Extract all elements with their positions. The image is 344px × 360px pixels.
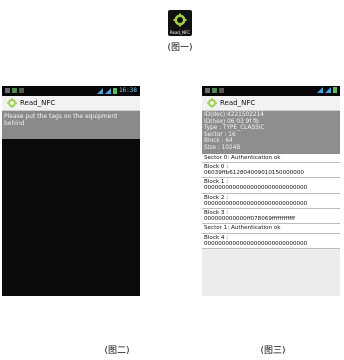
list-item: Sector 0: Authentication ok [202, 154, 340, 163]
figure-3-caption: (图三) [260, 346, 286, 356]
wifi-signal-icon [96, 88, 103, 94]
sd-icon [219, 88, 224, 93]
notification-icons [5, 88, 24, 93]
notification-icon [205, 88, 210, 93]
notification-icon [5, 88, 10, 93]
app-logo-icon [207, 98, 217, 108]
action-bar: Read_NFC [2, 96, 140, 111]
tag-id-dec: ID(dec):4221502214 [204, 112, 264, 118]
app-icon-label: Read_NFC [169, 30, 191, 35]
block-data: 000000000000ff078069ffffffffffff [204, 216, 296, 223]
list-item: Block 2 : 00000000000000000000000000000 [202, 194, 340, 209]
figure-1-caption: (图一) [167, 43, 193, 53]
battery-icon [333, 87, 337, 93]
tag-block-count: Block : 64 [204, 138, 233, 145]
block-list: Sector 0: Authentication ok Block 0 : 06… [202, 153, 340, 249]
block-data: 00000000000000000000000000000 [204, 200, 308, 207]
status-time: 16:38 [118, 87, 137, 94]
battery-icon [112, 88, 117, 94]
content-area: Please put the tags on the equipment beh… [2, 111, 140, 139]
notification-icons [205, 88, 224, 93]
block-data: 00000000000000000000000000000 [204, 185, 308, 192]
android-icon [173, 13, 187, 27]
sd-icon [19, 88, 24, 93]
status-bar [202, 86, 340, 96]
list-item: Block 4 : 00000000000000000000000000000 [202, 234, 340, 249]
usb-icon [12, 88, 17, 93]
instruction-text: Please put the tags on the equipment beh… [4, 113, 118, 127]
tag-info-box: ID(dec):4221502214 ID(hex) 06 03 9f fb T… [202, 111, 340, 154]
tag-id-hex: ID(hex) 06 03 9f fb [204, 118, 259, 125]
list-item: Block 1 : 00000000000000000000000000000 [202, 178, 340, 194]
figure-2-caption: (图二) [104, 346, 130, 356]
list-item: Sector 1: Authentication ok [202, 224, 340, 234]
app-logo-icon [7, 98, 17, 108]
cell-signal-icon [104, 88, 111, 94]
wifi-signal-icon [317, 87, 323, 93]
tag-type: Type : TYPE_CLASSIC [204, 125, 265, 132]
app-title: Read_NFC [20, 99, 56, 107]
tag-size: Size : 1024B [204, 144, 241, 151]
phone-screen-2: Read_NFC ID(dec):4221502214 ID(hex) 06 0… [202, 86, 340, 296]
app-icon[interactable]: Read_NFC [168, 10, 192, 36]
status-bar: 16:38 [2, 86, 140, 96]
cell-signal-icon [325, 87, 331, 93]
list-item: Block 0 : 06039ffb612804009010150000000 [202, 163, 340, 179]
tag-sector-count: Sector : 16 [204, 131, 236, 138]
action-bar: Read_NFC [202, 96, 340, 111]
list-item: Block 3 : 000000000000ff078069ffffffffff… [202, 209, 340, 225]
app-title: Read_NFC [220, 99, 256, 107]
usb-icon [212, 88, 217, 93]
block-data: 06039ffb612804009010150000000 [204, 169, 304, 176]
phone-screen-1: 16:38 Read_NFC Please put the tags on th… [2, 86, 140, 296]
block-data: 00000000000000000000000000000 [204, 240, 308, 247]
